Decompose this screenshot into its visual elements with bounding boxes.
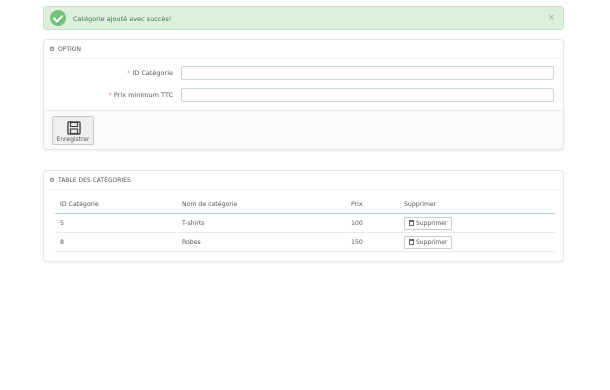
prix-minimum-label: * Prix minimum TTC — [109, 91, 173, 99]
column-header-price: Prix — [351, 201, 363, 208]
trash-icon — [409, 239, 414, 245]
delete-button[interactable]: Supprimer — [404, 217, 453, 230]
close-icon[interactable]: × — [547, 13, 555, 23]
column-header-delete: Supprimer — [404, 201, 437, 208]
categories-panel-title: TABLE DES CATÉGORIES — [58, 177, 131, 184]
table-row: 8 Robes 150 Supprimer — [55, 233, 555, 252]
trash-icon — [409, 220, 414, 226]
cell-price: 150 — [351, 239, 363, 246]
save-button-label: Enregistrer — [56, 136, 90, 143]
table-row: 5 T-shirts 100 Supprimer — [55, 214, 555, 233]
cogs-icon: ⚙ — [49, 45, 55, 53]
prix-minimum-input[interactable] — [181, 88, 554, 102]
categories-panel-heading: ⚙ TABLE DES CATÉGORIES — [49, 176, 558, 190]
check-circle-icon — [50, 10, 66, 26]
delete-button-label: Supprimer — [416, 239, 448, 246]
save-icon — [67, 121, 81, 135]
delete-button[interactable]: Supprimer — [404, 236, 453, 249]
prix-minimum-label-text: Prix minimum TTC — [113, 91, 173, 99]
save-button[interactable]: Enregistrer — [52, 116, 94, 145]
cell-name: T-shirts — [182, 220, 205, 227]
alert-message: Catégorie ajouté avec succès! — [73, 15, 172, 23]
required-marker: * — [108, 91, 112, 99]
required-marker: * — [127, 69, 131, 77]
success-alert: Catégorie ajouté avec succès! × — [43, 6, 564, 30]
id-categorie-input[interactable] — [181, 66, 554, 80]
id-categorie-label: * ID Catégorie — [127, 69, 173, 77]
option-panel: ⚙ OPTION * ID Catégorie * Prix minimum TT… — [43, 39, 564, 150]
cell-name: Robes — [182, 239, 201, 246]
cogs-icon: ⚙ — [49, 176, 55, 184]
delete-button-label: Supprimer — [416, 220, 448, 227]
column-header-name: Nom de catégorie — [182, 201, 238, 208]
option-panel-title: OPTION — [58, 46, 81, 53]
id-categorie-label-text: ID Catégorie — [132, 69, 173, 77]
categories-panel: ⚙ TABLE DES CATÉGORIES ID Catégorie Nom d… — [43, 170, 564, 262]
cell-price: 100 — [351, 220, 363, 227]
cell-id: 8 — [60, 239, 64, 246]
cell-id: 5 — [60, 220, 64, 227]
option-panel-heading: ⚙ OPTION — [49, 45, 558, 59]
panel-footer: Enregistrer — [44, 110, 563, 149]
column-header-id: ID Catégorie — [60, 201, 99, 208]
